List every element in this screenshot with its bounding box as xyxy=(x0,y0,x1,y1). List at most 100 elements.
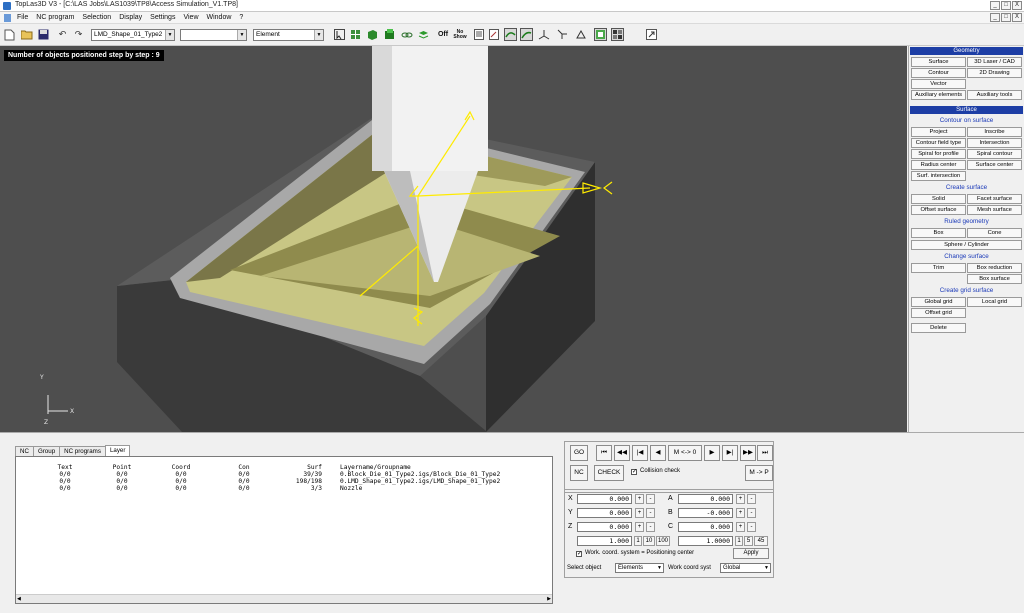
m-to-0-button[interactable]: M <-> 0 xyxy=(668,445,702,461)
a-plus-button[interactable]: + xyxy=(736,494,745,504)
linear-step-10-button[interactable]: 10 xyxy=(643,536,655,546)
mode-select[interactable]: Element ▼ xyxy=(253,29,324,41)
fast-forward-button[interactable]: ▶▶ xyxy=(740,445,756,461)
inscribe-button[interactable]: Inscribe xyxy=(967,127,1022,137)
tab-nc[interactable]: NC xyxy=(15,446,34,456)
select-object-dropdown[interactable]: Elements ▼ xyxy=(615,563,664,573)
surface-center-button[interactable]: Surface center xyxy=(967,160,1022,170)
tool-path-icon[interactable] xyxy=(504,28,517,41)
tab-group[interactable]: Group xyxy=(32,446,61,456)
offset-grid-button[interactable]: Offset grid xyxy=(911,308,966,318)
3d-viewport[interactable]: Y X Z Number of objects positioned step … xyxy=(0,46,907,432)
select-cursor-icon[interactable] xyxy=(333,28,346,41)
forward-button[interactable]: ▶ xyxy=(704,445,720,461)
facet-surface-button[interactable]: Facet surface xyxy=(967,194,1022,204)
save-icon[interactable] xyxy=(37,28,50,41)
doc-minimize-button[interactable]: _ xyxy=(990,13,1000,22)
z-value-field[interactable]: 0.000 xyxy=(577,522,632,532)
apply-button[interactable]: Apply xyxy=(733,548,769,559)
box-reduction-button[interactable]: Box reduction xyxy=(967,263,1022,273)
solid-button[interactable]: Solid xyxy=(911,194,966,204)
check-button[interactable]: CHECK xyxy=(594,465,624,481)
b-value-field[interactable]: -0.000 xyxy=(678,508,733,518)
collision-check-checkbox[interactable]: ✓ xyxy=(631,469,637,475)
back-button[interactable]: ◀ xyxy=(650,445,666,461)
radius-center-button[interactable]: Radius center xyxy=(911,160,966,170)
z-minus-button[interactable]: - xyxy=(646,522,655,532)
menu-window[interactable]: Window xyxy=(207,14,232,21)
link-icon[interactable] xyxy=(400,28,413,41)
sphere-cylinder-button[interactable]: Sphere / Cylinder xyxy=(911,240,1022,250)
b-plus-button[interactable]: + xyxy=(736,508,745,518)
angular-step-field[interactable]: 1.0000 xyxy=(678,536,733,546)
export-icon[interactable] xyxy=(645,28,658,41)
no-show-toggle[interactable]: No Show xyxy=(453,28,467,41)
menu-display[interactable]: Display xyxy=(119,14,142,21)
delete-button[interactable]: Delete xyxy=(911,323,966,333)
local-grid-button[interactable]: Local grid xyxy=(967,297,1022,307)
box-button[interactable]: Box xyxy=(911,228,966,238)
offset-surface-button[interactable]: Offset surface xyxy=(911,205,966,215)
vector-button[interactable]: Vector xyxy=(911,79,966,89)
angular-step-45-button[interactable]: 45 xyxy=(754,536,768,546)
grid-view-icon[interactable] xyxy=(611,28,624,41)
surface-button[interactable]: Surface xyxy=(911,57,966,67)
x-value-field[interactable]: 0.000 xyxy=(577,494,632,504)
spiral-contour-button[interactable]: Spiral contour xyxy=(967,149,1022,159)
layer-list[interactable]: Text Point Coord Con Surf Layername/Grou… xyxy=(15,456,553,604)
c-minus-button[interactable]: - xyxy=(747,522,756,532)
menu-view[interactable]: View xyxy=(183,14,198,21)
last-step-button[interactable]: ⏭ xyxy=(757,445,773,461)
doc-close-button[interactable]: X xyxy=(1012,13,1022,22)
trim-button[interactable]: Trim xyxy=(911,263,966,273)
edit-document-icon[interactable] xyxy=(487,28,500,41)
fast-back-button[interactable]: ◀◀ xyxy=(614,445,630,461)
nc-button[interactable]: NC xyxy=(570,465,588,481)
axis-arrows-icon[interactable] xyxy=(537,28,550,41)
x-minus-button[interactable]: - xyxy=(646,494,655,504)
tab-layer[interactable]: Layer xyxy=(104,445,131,456)
move-object-icon[interactable] xyxy=(555,28,568,41)
2d-drawing-button[interactable]: 2D Drawing xyxy=(967,68,1022,78)
y-value-field[interactable]: 0.000 xyxy=(577,508,632,518)
x-plus-button[interactable]: + xyxy=(635,494,644,504)
3d-laser-cad-button[interactable]: 3D Laser / CAD xyxy=(967,57,1022,67)
scroll-right-icon[interactable]: ▶ xyxy=(547,596,551,602)
cone-button[interactable]: Cone xyxy=(967,228,1022,238)
green-box-icon[interactable] xyxy=(383,28,396,41)
global-grid-button[interactable]: Global grid xyxy=(911,297,966,307)
work-coord-checkbox[interactable]: ✓ xyxy=(576,551,582,557)
close-button[interactable]: X xyxy=(1012,1,1022,10)
tab-nc-programs[interactable]: NC programs xyxy=(59,446,106,456)
green-cube-icon[interactable] xyxy=(366,28,379,41)
document-list-icon[interactable] xyxy=(472,28,485,41)
menu-selection[interactable]: Selection xyxy=(82,14,111,21)
box-surface-button[interactable]: Box surface xyxy=(967,274,1022,284)
menu-file[interactable]: File xyxy=(17,14,28,21)
project-button[interactable]: Project xyxy=(911,127,966,137)
intersection-button[interactable]: Intersection xyxy=(967,138,1022,148)
go-button[interactable]: GO xyxy=(570,445,588,461)
contour-field-type-button[interactable]: Contour field type xyxy=(911,138,966,148)
new-file-icon[interactable] xyxy=(3,28,16,41)
rotate-object-icon[interactable] xyxy=(574,28,587,41)
horizontal-scrollbar[interactable]: ◀ ▶ xyxy=(16,594,552,603)
step-forward-bar-button[interactable]: ▶| xyxy=(722,445,738,461)
menu-help[interactable]: ? xyxy=(239,14,243,21)
mesh-surface-button[interactable]: Mesh surface xyxy=(967,205,1022,215)
menu-settings[interactable]: Settings xyxy=(150,14,175,21)
layers-icon[interactable] xyxy=(417,28,430,41)
angular-step-1-button[interactable]: 1 xyxy=(735,536,743,546)
z-plus-button[interactable]: + xyxy=(635,522,644,532)
y-plus-button[interactable]: + xyxy=(635,508,644,518)
b-minus-button[interactable]: - xyxy=(747,508,756,518)
work-coord-syst-dropdown[interactable]: Global ▼ xyxy=(720,563,771,573)
auxiliary-elements-button[interactable]: Auxiliary elements xyxy=(911,90,966,100)
green-grid-icon[interactable] xyxy=(349,28,362,41)
open-folder-icon[interactable] xyxy=(20,28,33,41)
off-toggle[interactable]: Off xyxy=(436,28,450,41)
linear-step-field[interactable]: 1.000 xyxy=(577,536,632,546)
surf-intersection-button[interactable]: Surf. intersection xyxy=(911,171,966,181)
first-step-button[interactable]: ⏮ xyxy=(596,445,612,461)
minimize-button[interactable]: _ xyxy=(990,1,1000,10)
